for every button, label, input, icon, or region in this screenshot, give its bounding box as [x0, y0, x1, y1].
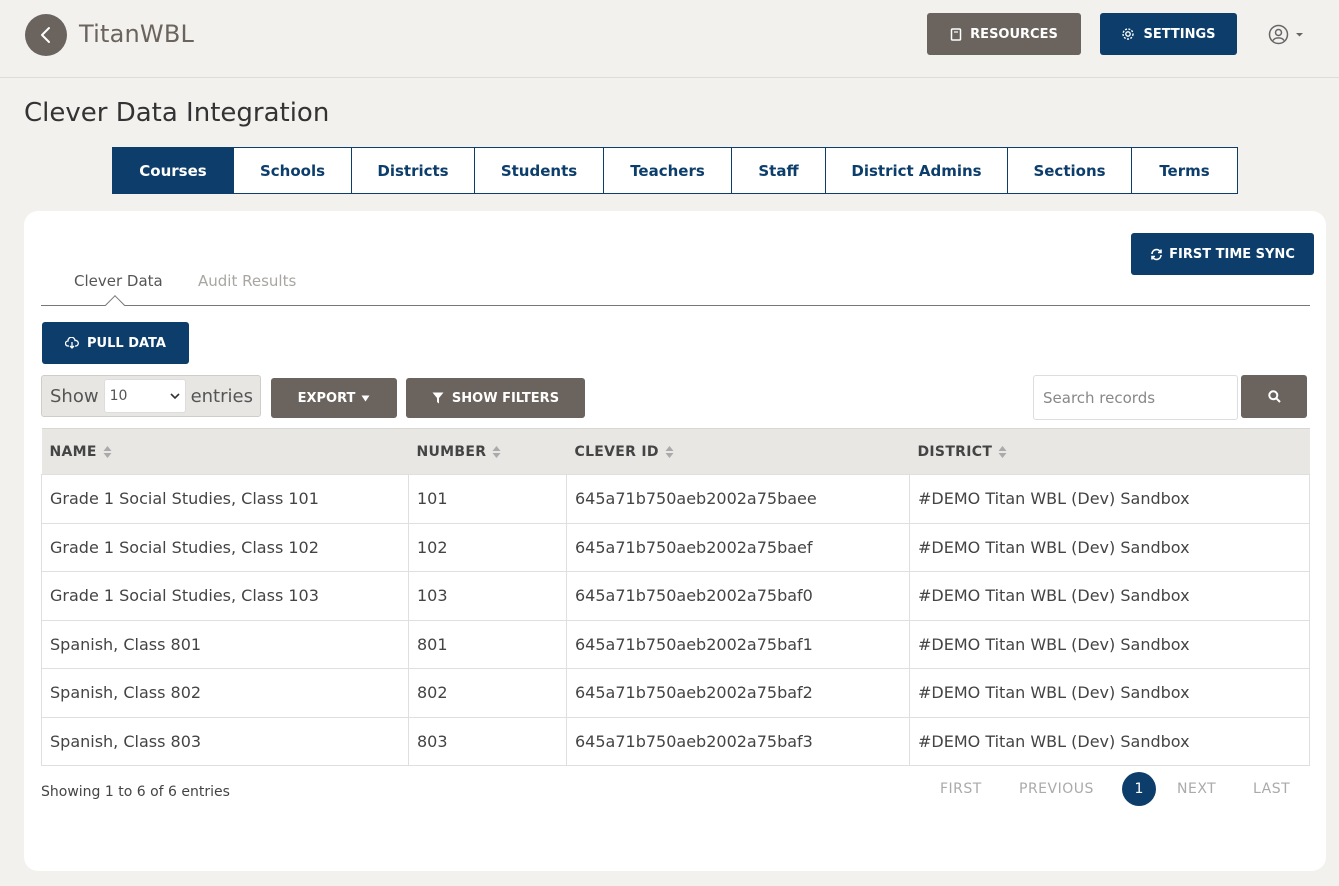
previous-page-link[interactable]: PREVIOUS — [1019, 781, 1094, 797]
cell-clever-id: 645a71b750aeb2002a75baf0 — [566, 571, 910, 621]
cell-name: Spanish, Class 801 — [41, 619, 409, 669]
resources-button[interactable]: RESOURCES — [927, 13, 1081, 55]
column-header-clever-id[interactable]: CLEVER ID — [566, 428, 910, 475]
data-card: FIRST TIME SYNC Clever Data Audit Result… — [24, 211, 1326, 871]
cell-clever-id: 645a71b750aeb2002a75baf1 — [566, 619, 910, 669]
pull-data-label: PULL DATA — [87, 335, 166, 351]
page-title: Clever Data Integration — [24, 98, 330, 128]
table-row: Spanish, Class 802 802 645a71b750aeb2002… — [41, 668, 1310, 718]
cell-number: 801 — [408, 619, 567, 669]
user-circle-icon — [1268, 24, 1289, 45]
pagination: FIRST PREVIOUS 1 NEXT LAST — [24, 772, 1326, 806]
cell-district: #DEMO Titan WBL (Dev) Sandbox — [909, 474, 1310, 524]
cell-district: #DEMO Titan WBL (Dev) Sandbox — [909, 668, 1310, 718]
table-row: Spanish, Class 801 801 645a71b750aeb2002… — [41, 619, 1310, 669]
tab-clever-data[interactable]: Clever Data — [74, 272, 163, 290]
courses-table: NAME NUMBER CLEVER ID DISTRICT Grade 1 S… — [41, 428, 1310, 766]
cell-clever-id: 645a71b750aeb2002a75baf3 — [566, 716, 910, 766]
caret-down-icon — [361, 395, 370, 401]
cell-number: 102 — [408, 522, 567, 572]
cell-number: 101 — [408, 474, 567, 524]
table-row: Grade 1 Social Studies, Class 103 103 64… — [41, 571, 1310, 621]
cell-district: #DEMO Titan WBL (Dev) Sandbox — [909, 716, 1310, 766]
cell-name: Grade 1 Social Studies, Class 101 — [41, 474, 409, 524]
gear-icon — [1122, 28, 1135, 40]
settings-label: SETTINGS — [1143, 26, 1216, 42]
entries-label: entries — [190, 385, 253, 407]
search-input[interactable] — [1033, 375, 1238, 420]
column-header-number[interactable]: NUMBER — [408, 428, 567, 475]
cell-name: Spanish, Class 802 — [41, 668, 409, 718]
cell-number: 802 — [408, 668, 567, 718]
cell-name: Spanish, Class 803 — [41, 716, 409, 766]
show-label: Show — [50, 385, 99, 407]
sort-icon — [492, 445, 501, 458]
cell-district: #DEMO Titan WBL (Dev) Sandbox — [909, 571, 1310, 621]
show-filters-button[interactable]: SHOW FILTERS — [406, 378, 585, 418]
show-filters-label: SHOW FILTERS — [451, 390, 560, 406]
next-page-link[interactable]: NEXT — [1177, 781, 1216, 797]
tab-terms[interactable]: Terms — [1132, 147, 1238, 194]
tab-students[interactable]: Students — [475, 147, 604, 194]
entries-length-control: Show 10 entries — [41, 375, 261, 417]
tab-districts[interactable]: Districts — [352, 147, 475, 194]
back-button[interactable] — [25, 14, 67, 56]
sync-label: FIRST TIME SYNC — [1169, 246, 1295, 262]
sub-tab-bar: Clever Data Audit Results — [41, 269, 1310, 315]
sort-icon — [998, 445, 1007, 458]
column-header-name[interactable]: NAME — [41, 428, 409, 475]
cell-district: #DEMO Titan WBL (Dev) Sandbox — [909, 619, 1310, 669]
entries-select[interactable]: 10 — [103, 379, 186, 413]
search-icon — [1267, 390, 1281, 403]
filter-icon — [432, 392, 444, 404]
top-header: TitanWBL RESOURCES SETTINGS — [0, 0, 1339, 78]
sort-icon — [103, 445, 112, 458]
table-row: Spanish, Class 803 803 645a71b750aeb2002… — [41, 716, 1310, 766]
chevron-left-icon — [41, 27, 50, 43]
column-header-district[interactable]: DISTRICT — [909, 428, 1310, 475]
cell-name: Grade 1 Social Studies, Class 103 — [41, 571, 409, 621]
tab-schools[interactable]: Schools — [234, 147, 352, 194]
last-page-link[interactable]: LAST — [1253, 781, 1290, 797]
pull-data-button[interactable]: PULL DATA — [42, 322, 189, 364]
tab-sections[interactable]: Sections — [1008, 147, 1132, 194]
tab-teachers[interactable]: Teachers — [604, 147, 732, 194]
cell-district: #DEMO Titan WBL (Dev) Sandbox — [909, 522, 1310, 572]
resources-label: RESOURCES — [970, 26, 1058, 42]
export-button[interactable]: EXPORT — [271, 378, 397, 418]
user-menu[interactable] — [1268, 24, 1304, 45]
caret-down-icon — [1296, 32, 1303, 36]
tab-staff[interactable]: Staff — [732, 147, 826, 194]
table-row: Grade 1 Social Studies, Class 102 102 64… — [41, 522, 1310, 572]
cell-name: Grade 1 Social Studies, Class 102 — [41, 522, 409, 572]
active-tab-caret — [105, 295, 125, 315]
chevron-down-icon — [170, 392, 180, 399]
cell-clever-id: 645a71b750aeb2002a75baf2 — [566, 668, 910, 718]
cell-clever-id: 645a71b750aeb2002a75baef — [566, 522, 910, 572]
app-title: TitanWBL — [79, 20, 195, 48]
first-page-link[interactable]: FIRST — [940, 781, 982, 797]
cell-clever-id: 645a71b750aeb2002a75baee — [566, 474, 910, 524]
sort-icon — [665, 445, 674, 458]
cloud-download-icon — [65, 337, 79, 349]
tab-courses[interactable]: Courses — [112, 147, 234, 194]
export-label: EXPORT — [297, 390, 356, 406]
settings-button[interactable]: SETTINGS — [1100, 13, 1237, 55]
page-number-current[interactable]: 1 — [1122, 772, 1156, 806]
book-icon — [950, 27, 962, 41]
entries-value: 10 — [109, 388, 128, 404]
sync-icon — [1151, 248, 1162, 260]
table-row: Grade 1 Social Studies, Class 101 101 64… — [41, 474, 1310, 524]
tab-audit-results[interactable]: Audit Results — [198, 272, 296, 290]
search-button[interactable] — [1241, 375, 1307, 418]
main-tab-bar: Courses Schools Districts Students Teach… — [112, 147, 1238, 194]
tab-district-admins[interactable]: District Admins — [826, 147, 1008, 194]
cell-number: 803 — [408, 716, 567, 766]
cell-number: 103 — [408, 571, 567, 621]
table-header-row: NAME NUMBER CLEVER ID DISTRICT — [41, 428, 1310, 475]
